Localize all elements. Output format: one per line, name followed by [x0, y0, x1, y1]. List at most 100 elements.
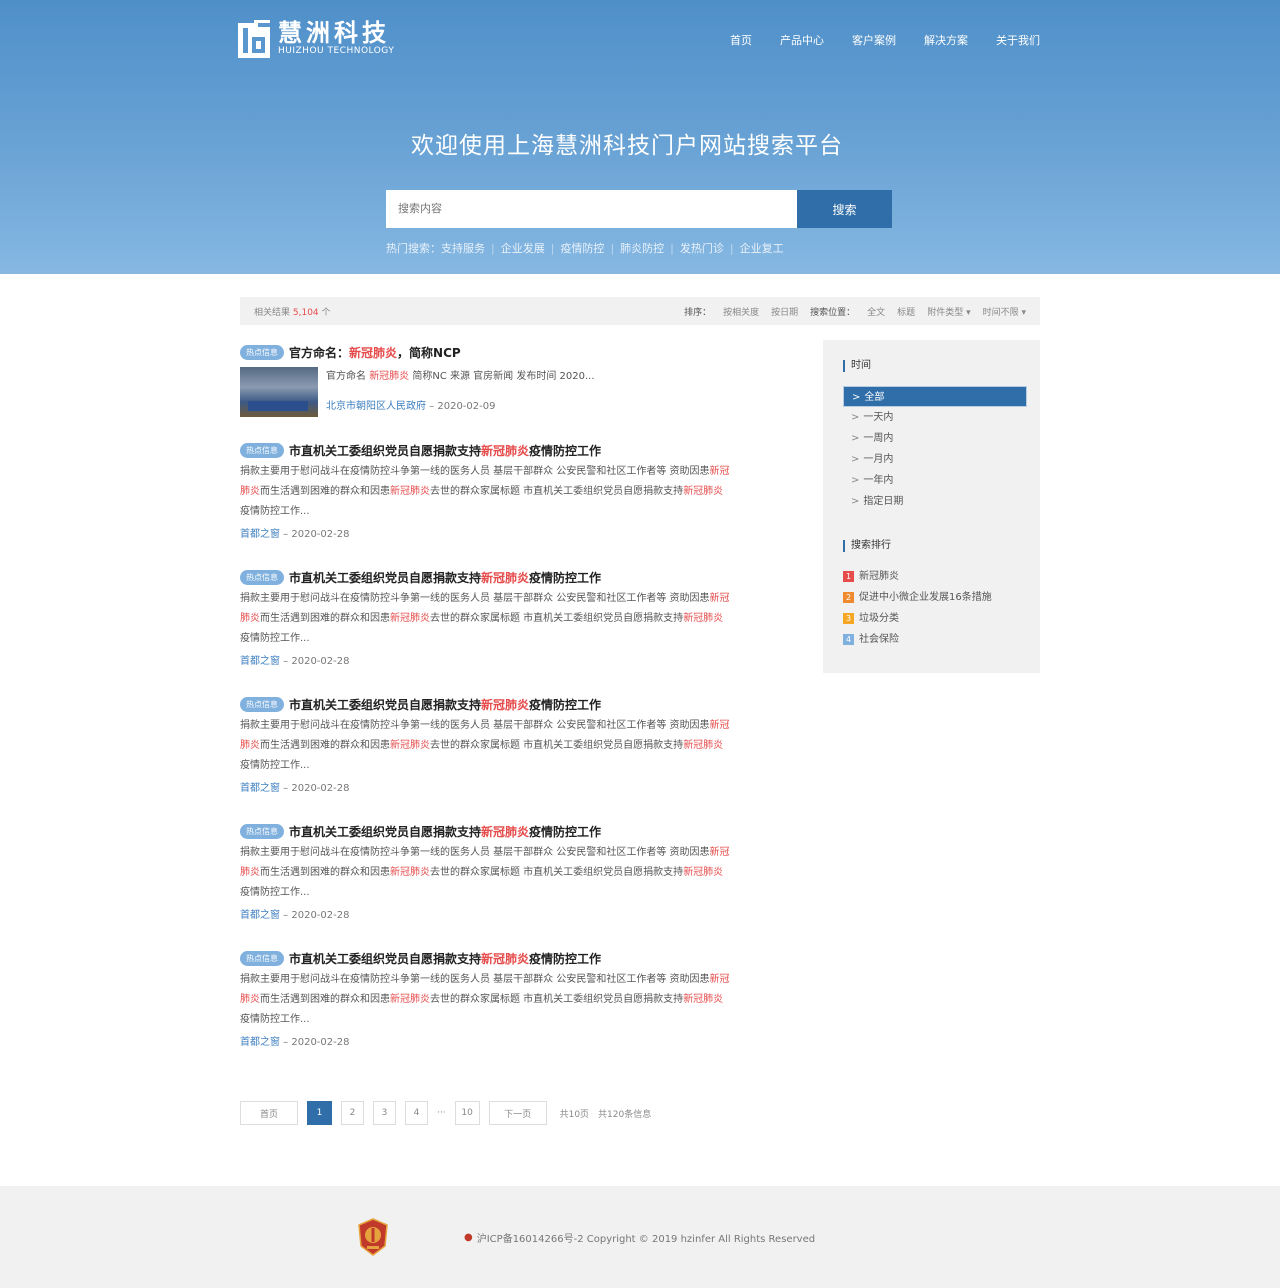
rank-item[interactable]: 3 垃圾分类: [843, 608, 1027, 629]
pagination-ellipsis: ···: [437, 1108, 446, 1118]
file-type-dropdown[interactable]: 附件类型 ▾: [927, 305, 970, 318]
brand-name-cn: 慧洲科技: [278, 19, 390, 47]
hot-badge: 热点信息: [240, 442, 284, 458]
result-source[interactable]: 北京市朝阳区人民政府: [326, 401, 426, 412]
result-title[interactable]: 热点信息 市直机关工委组织党员自愿捐款支持 新冠肺炎 疫情防控工作: [240, 441, 770, 459]
hot-term[interactable]: 企业发展: [501, 240, 545, 256]
scope-label: 搜索位置：: [810, 307, 856, 318]
scope-fulltext[interactable]: 全文: [867, 305, 885, 318]
result-title[interactable]: 热点信息 市直机关工委组织党员自愿捐款支持 新冠肺炎 疫情防控工作: [240, 695, 770, 713]
time-option-week[interactable]: > 一周内: [843, 428, 1027, 449]
chevron-right-icon: >: [851, 433, 860, 444]
brand-logo[interactable]: 慧洲科技 HUIZHOU TECHNOLOGY: [238, 20, 394, 58]
search-input[interactable]: [386, 190, 797, 228]
hot-term[interactable]: 疫情防控: [560, 240, 604, 256]
sidebar: 时间 > 全部 > 一天内 > 一周内 > 一月内 > 一年内 > 指定日期 搜索排行 1新…: [823, 340, 1040, 673]
result-source[interactable]: 首都之窗: [240, 1037, 280, 1048]
copyright-text: 沪ICP备16014266号-2 Copyright © 2019 hzinfe…: [476, 1234, 816, 1245]
result-title[interactable]: 热点信息 官方命名： 新冠肺炎 ，简称NCP: [240, 343, 770, 361]
nav-solutions[interactable]: 解决方案: [924, 32, 968, 48]
search-box: 搜索: [386, 190, 892, 228]
divider: |: [610, 241, 615, 255]
result-meta: 首都之窗 – 2020-02-28: [240, 656, 350, 667]
time-range-dropdown[interactable]: 时间不限 ▾: [983, 305, 1026, 318]
filter-bar: 相关结果 5,104 个 排序： 按相关度 按日期 搜索位置： 全文 标题 附件…: [240, 297, 1040, 325]
result-source[interactable]: 首都之窗: [240, 910, 280, 921]
rank-item[interactable]: 4 社会保险: [843, 629, 1027, 650]
result-meta: 首都之窗 – 2020-02-28: [240, 783, 350, 794]
nav-cases[interactable]: 客户案例: [852, 32, 896, 48]
hot-badge: 热点信息: [240, 344, 284, 360]
page-button[interactable]: 4: [405, 1101, 428, 1125]
result-snippet: 捐款主要用于慰问战斗在疫情防控斗争第一线的医务人员 基层干部群众 公安民警和社区…: [240, 466, 730, 517]
result-source[interactable]: 首都之窗: [240, 529, 280, 540]
divider: |: [550, 241, 555, 255]
page-button[interactable]: 3: [373, 1101, 396, 1125]
result-count: 相关结果 5,104 个: [254, 307, 331, 318]
result-source[interactable]: 首都之窗: [240, 783, 280, 794]
result-meta: 首都之窗 – 2020-02-28: [240, 529, 350, 540]
chevron-right-icon: >: [851, 454, 860, 465]
copyright: ● 沪ICP备16014266号-2 Copyright © 2019 hzin…: [464, 1230, 815, 1245]
result-date: 2020-02-28: [291, 656, 350, 667]
page-button[interactable]: 2: [341, 1101, 364, 1125]
first-page-button[interactable]: 首页: [240, 1101, 298, 1125]
sort-label: 排序：: [684, 307, 712, 318]
hot-searches: 热门搜索： 支持服务 | 企业发展 | 疫情防控 | 肺炎防控 | 发热门诊 | 企业复工: [386, 240, 784, 256]
time-option-day[interactable]: > 一天内: [843, 407, 1027, 428]
result-date: 2020-02-28: [291, 783, 350, 794]
page-button[interactable]: 10: [454, 1101, 480, 1125]
results-list: 热点信息 官方命名： 新冠肺炎 ，简称NCP 官方命名 新冠肺炎 简称NC 来源 官…: [240, 343, 770, 1076]
result-thumbnail[interactable]: [240, 367, 318, 417]
rank-item[interactable]: 1 新冠肺炎: [843, 566, 1027, 587]
result-item: 热点信息 市直机关工委组织党员自愿捐款支持 新冠肺炎 疫情防控工作 捐款主要用于慰问…: [240, 441, 770, 568]
time-option-year[interactable]: > 一年内: [843, 470, 1027, 491]
time-option-month[interactable]: > 一月内: [843, 449, 1027, 470]
chevron-right-icon: >: [852, 392, 861, 403]
search-ranking-heading: 搜索排行: [843, 540, 1027, 552]
nav-home[interactable]: 首页: [730, 32, 752, 48]
sort-date[interactable]: 按日期: [771, 305, 798, 318]
police-emblem-icon[interactable]: [357, 1218, 389, 1256]
sort-relevance[interactable]: 按相关度: [723, 305, 759, 318]
result-source[interactable]: 首都之窗: [240, 656, 280, 667]
time-option-custom[interactable]: > 指定日期: [843, 491, 1027, 512]
next-page-button[interactable]: 下一页: [488, 1101, 547, 1125]
result-title[interactable]: 热点信息 市直机关工委组织党员自愿捐款支持 新冠肺炎 疫情防控工作: [240, 568, 770, 586]
result-item: 热点信息 市直机关工委组织党员自愿捐款支持 新冠肺炎 疫情防控工作 捐款主要用于慰问…: [240, 568, 770, 695]
hot-badge: 热点信息: [240, 569, 284, 585]
result-meta: 首都之窗 – 2020-02-28: [240, 910, 350, 921]
rank-number: 4: [843, 634, 854, 645]
result-date: 2020-02-28: [291, 1037, 350, 1048]
scope-title[interactable]: 标题: [897, 305, 915, 318]
chevron-right-icon: >: [851, 475, 860, 486]
result-snippet: 捐款主要用于慰问战斗在疫情防控斗争第一线的医务人员 基层干部群众 公安民警和社区…: [240, 974, 730, 1025]
rank-item[interactable]: 2 促进中小微企业发展16条措施: [843, 587, 1027, 608]
logo-icon: [238, 20, 270, 58]
chevron-right-icon: >: [851, 496, 860, 507]
rank-number: 1: [843, 571, 854, 582]
result-snippet: 捐款主要用于慰问战斗在疫情防控斗争第一线的医务人员 基层干部群众 公安民警和社区…: [240, 593, 730, 644]
nav-products[interactable]: 产品中心: [780, 32, 824, 48]
hot-term[interactable]: 肺炎防控: [620, 240, 664, 256]
hot-badge: 热点信息: [240, 823, 284, 839]
result-title[interactable]: 热点信息 市直机关工委组织党员自愿捐款支持 新冠肺炎 疫情防控工作: [240, 949, 770, 967]
search-button[interactable]: 搜索: [797, 190, 892, 228]
divider: |: [491, 241, 495, 255]
result-item: 热点信息 官方命名： 新冠肺炎 ，简称NCP 官方命名 新冠肺炎 简称NC 来源 官…: [240, 343, 770, 441]
result-title[interactable]: 热点信息 市直机关工委组织党员自愿捐款支持 新冠肺炎 疫情防控工作: [240, 822, 770, 840]
time-filter-heading: 时间: [843, 360, 1027, 372]
result-snippet: 官方命名 新冠肺炎 简称NC 来源 官房新闻 发布时间 2020...: [326, 371, 595, 382]
rank-number: 3: [843, 613, 854, 624]
nav-about[interactable]: 关于我们: [996, 32, 1040, 48]
hot-term[interactable]: 支持服务: [441, 240, 485, 256]
hot-term[interactable]: 发热门诊: [680, 240, 724, 256]
total-items: 共120条信息: [598, 1109, 652, 1120]
main-nav: 首页 产品中心 客户案例 解决方案 关于我们: [730, 32, 1040, 48]
page-button[interactable]: 1: [307, 1101, 332, 1125]
time-option-all[interactable]: > 全部: [843, 386, 1027, 407]
total-pages: 共10页: [559, 1109, 590, 1120]
hot-term[interactable]: 企业复工: [740, 240, 784, 256]
divider: |: [729, 241, 734, 255]
hero-banner: 慧洲科技 HUIZHOU TECHNOLOGY 首页 产品中心 客户案例 解决方…: [0, 0, 1280, 274]
